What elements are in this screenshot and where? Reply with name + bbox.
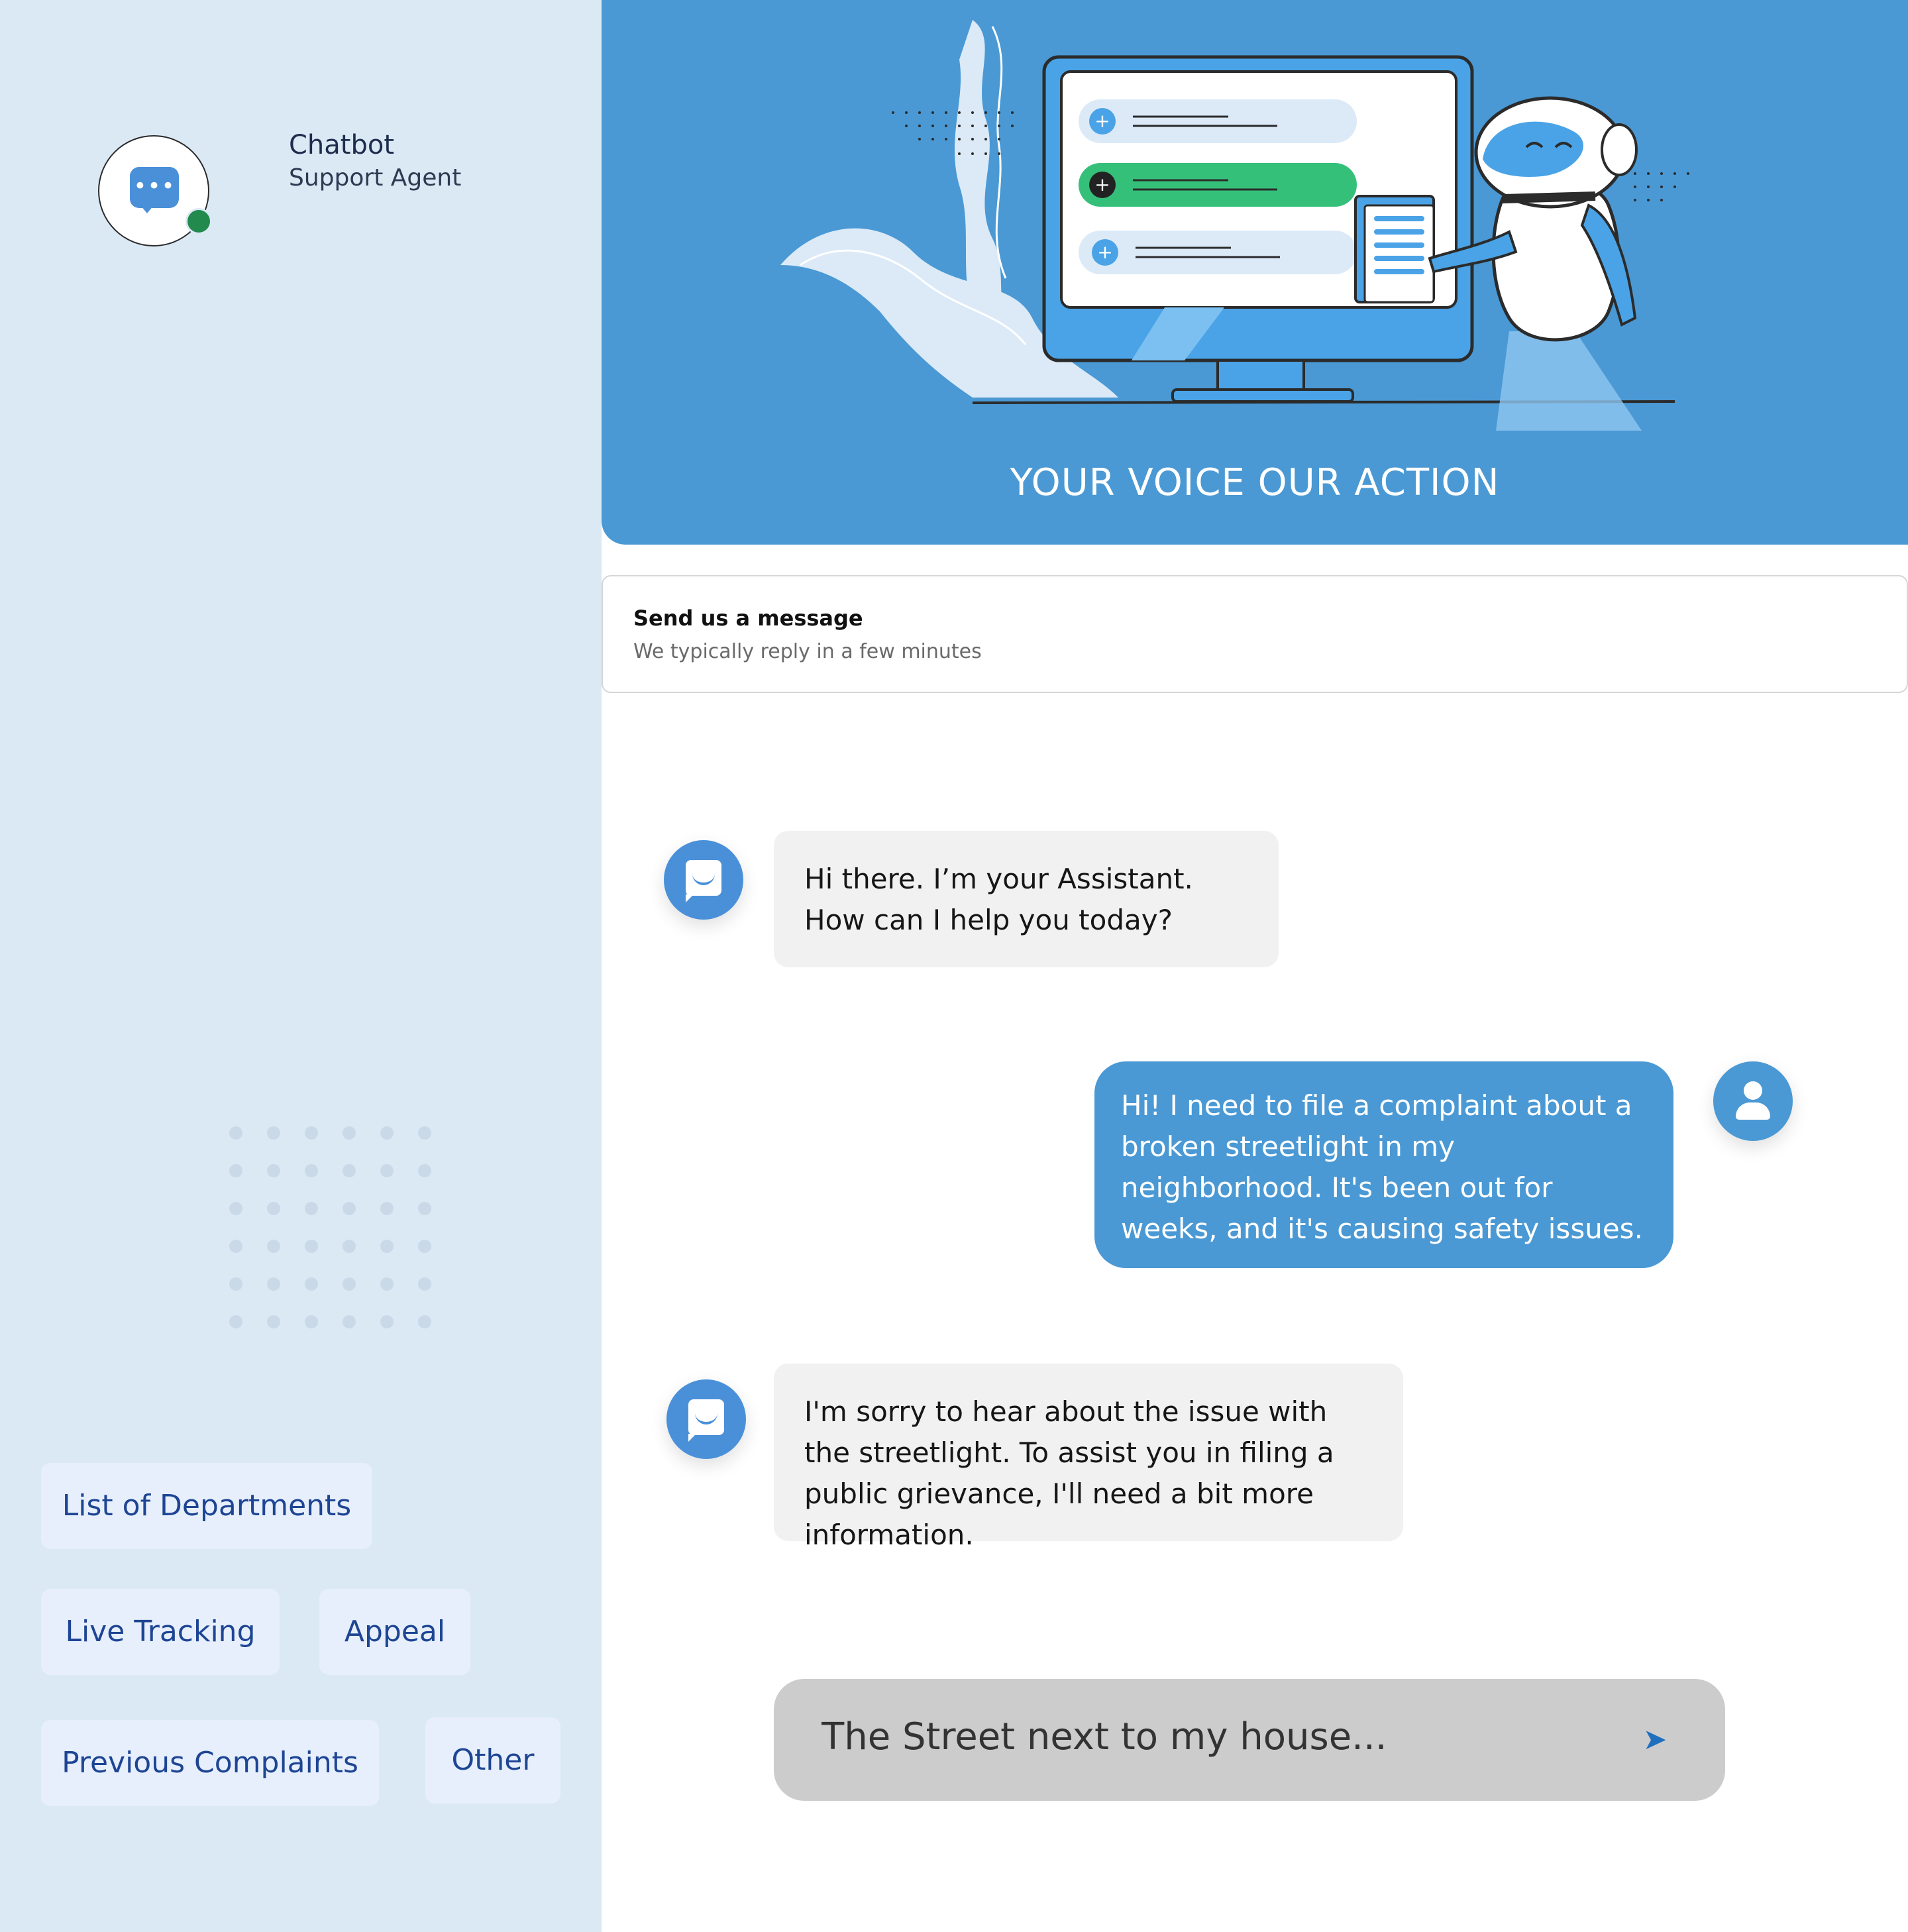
decorative-dot bbox=[380, 1126, 394, 1140]
decorative-dot bbox=[229, 1277, 242, 1291]
decorative-dot bbox=[418, 1277, 431, 1291]
decorative-dot-grid bbox=[229, 1126, 441, 1338]
hero-title: YOUR VOICE OUR ACTION bbox=[1010, 461, 1500, 504]
svg-text:+: + bbox=[1094, 174, 1110, 195]
decorative-dot bbox=[418, 1164, 431, 1177]
decorative-dot bbox=[343, 1277, 356, 1291]
bot-message: Hi there. I’m your Assistant. How can I … bbox=[774, 831, 1279, 967]
decorative-dot bbox=[267, 1126, 280, 1140]
user-avatar bbox=[1713, 1061, 1793, 1141]
decorative-dot bbox=[343, 1164, 356, 1177]
decorative-dot bbox=[267, 1277, 280, 1291]
decorative-dot bbox=[305, 1202, 318, 1215]
decorative-dot bbox=[305, 1277, 318, 1291]
decorative-dot bbox=[380, 1277, 394, 1291]
agent-name: Chatbot bbox=[289, 130, 395, 160]
decorative-dot bbox=[305, 1240, 318, 1253]
send-message-card: Send us a message We typically reply in … bbox=[602, 575, 1908, 693]
quick-reply-list-of-departments[interactable]: List of Departments bbox=[41, 1463, 372, 1549]
decorative-dot bbox=[418, 1202, 431, 1215]
bot-face-icon bbox=[688, 1399, 724, 1435]
decorative-dot bbox=[343, 1202, 356, 1215]
bot-avatar bbox=[666, 1379, 746, 1459]
decorative-dot bbox=[229, 1240, 242, 1253]
decorative-dot bbox=[343, 1240, 356, 1253]
decorative-dot bbox=[305, 1315, 318, 1328]
decorative-dot bbox=[380, 1240, 394, 1253]
agent-role: Support Agent bbox=[289, 164, 462, 191]
decorative-dot bbox=[267, 1202, 280, 1215]
quick-reply-other[interactable]: Other bbox=[425, 1717, 560, 1803]
online-status-indicator bbox=[186, 208, 212, 235]
decorative-dot bbox=[380, 1315, 394, 1328]
decorative-dot bbox=[305, 1164, 318, 1177]
decorative-dot bbox=[380, 1164, 394, 1177]
decorative-dot bbox=[229, 1164, 242, 1177]
svg-text:+: + bbox=[1097, 241, 1112, 263]
decorative-dot bbox=[229, 1315, 242, 1328]
hero-illustration: + + + bbox=[780, 20, 1689, 431]
decorative-dot bbox=[267, 1240, 280, 1253]
message-composer: ➤ bbox=[774, 1679, 1725, 1801]
hero-banner: + + + YOUR VOICE OUR ACTION bbox=[602, 0, 1908, 545]
send-icon[interactable]: ➤ bbox=[1636, 1721, 1673, 1758]
decorative-dot bbox=[418, 1315, 431, 1328]
decorative-dot bbox=[343, 1315, 356, 1328]
message-card-subtitle: We typically reply in a few minutes bbox=[633, 640, 982, 663]
quick-reply-appeal[interactable]: Appeal bbox=[319, 1589, 470, 1675]
svg-text:+: + bbox=[1094, 110, 1110, 132]
message-card-title: Send us a message bbox=[633, 606, 863, 631]
decorative-dot bbox=[305, 1126, 318, 1140]
decorative-dot bbox=[229, 1202, 242, 1215]
decorative-dot bbox=[229, 1126, 242, 1140]
bot-message: I'm sorry to hear about the issue with t… bbox=[774, 1364, 1403, 1551]
bot-face-icon bbox=[686, 860, 721, 896]
decorative-dot bbox=[418, 1240, 431, 1253]
decorative-dot bbox=[380, 1202, 394, 1215]
quick-reply-previous-complaints[interactable]: Previous Complaints bbox=[41, 1720, 379, 1806]
quick-reply-live-tracking[interactable]: Live Tracking bbox=[41, 1589, 280, 1675]
decorative-dot bbox=[267, 1315, 280, 1328]
bot-avatar bbox=[664, 840, 743, 920]
user-message: Hi! I need to file a complaint about a b… bbox=[1094, 1061, 1673, 1268]
sidebar: ••• Chatbot Support Agent List of Depart… bbox=[0, 0, 602, 1932]
message-input[interactable] bbox=[820, 1715, 1618, 1759]
decorative-dot bbox=[418, 1126, 431, 1140]
decorative-dot bbox=[267, 1164, 280, 1177]
user-icon bbox=[1744, 1081, 1762, 1100]
decorative-dot bbox=[343, 1126, 356, 1140]
